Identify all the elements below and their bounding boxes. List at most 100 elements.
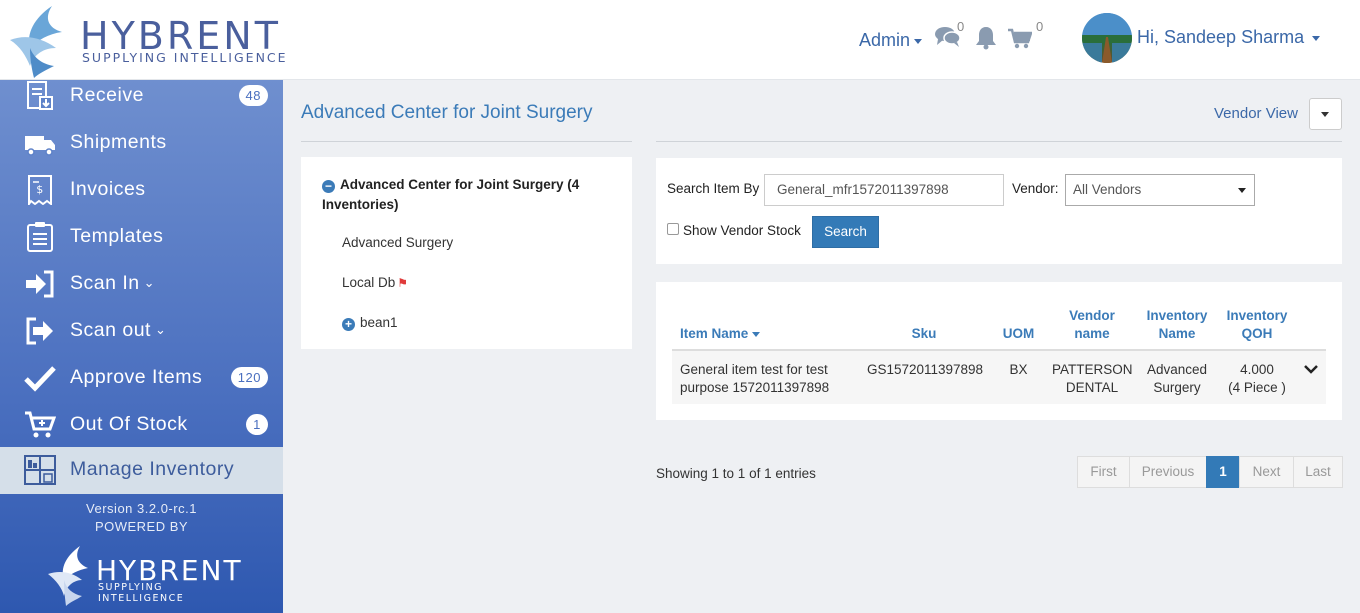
cart-button[interactable]	[1008, 28, 1033, 55]
clipboard-icon	[27, 222, 53, 252]
search-button[interactable]: Search	[812, 216, 879, 248]
qoh-value: 4.000	[1240, 362, 1274, 377]
bell-icon	[976, 27, 996, 50]
cell-sku: GS1572011397898	[866, 362, 984, 377]
approve-count-badge: 120	[230, 367, 268, 388]
sidebar-item-label: Invoices	[70, 178, 146, 200]
footer-tagline: SUPPLYING INTELLIGENCE	[98, 582, 185, 604]
sort-down-icon	[752, 331, 761, 337]
cell-qoh: 4.000 (4 Piece )	[1218, 361, 1296, 397]
sidebar-item-receive[interactable]: Receive 48	[0, 80, 283, 120]
cell-vendor: PATTERSON DENTAL	[1052, 362, 1133, 395]
version-text: Version 3.2.0-rc.1	[86, 501, 197, 516]
sidebar-item-label: Templates	[70, 225, 164, 247]
pager-next[interactable]: Next	[1239, 456, 1294, 488]
results-table: Item Name Sku UOM Vendor name Inventory …	[656, 282, 1342, 420]
sidebar-item-templates[interactable]: Templates	[0, 214, 283, 261]
sidebar: Receive 48 Shipments $ Invoices Template…	[0, 80, 283, 613]
vendor-label: Vendor:	[1012, 181, 1059, 196]
cell-uom: BX	[1009, 362, 1028, 377]
footer-logo: HYBRENT SUPPLYING INTELLIGENCE	[46, 544, 246, 606]
search-panel: Search Item By General_mfr1572011397898 …	[656, 158, 1342, 264]
pager-page-1[interactable]: 1	[1206, 456, 1240, 488]
tree-node-local-db[interactable]: Local Db ⚑	[342, 275, 408, 290]
cart-icon	[25, 411, 56, 438]
cell-item-name: General item test for test purpose 15720…	[680, 362, 830, 395]
show-vendor-stock-checkbox[interactable]	[667, 223, 679, 235]
caret-down-icon	[1238, 188, 1246, 193]
show-vendor-stock-label[interactable]: Show Vendor Stock	[683, 223, 801, 238]
tree-node-advanced-surgery[interactable]: Advanced Surgery	[342, 235, 453, 250]
sidebar-item-approve-items[interactable]: Approve Items 120	[0, 355, 283, 402]
page-title: Advanced Center for Joint Surgery	[301, 102, 593, 123]
header-sku[interactable]: Sku	[886, 325, 962, 343]
vendor-select-value: All Vendors	[1073, 182, 1142, 197]
hybrent-logo[interactable]: HYBRENT SUPPLYING INTELLIGENCE	[4, 4, 294, 78]
search-by-label: Search Item By	[667, 181, 760, 196]
search-input[interactable]: General_mfr1572011397898	[764, 174, 1004, 206]
sidebar-item-label: Scan In ⌄	[70, 272, 156, 294]
sidebar-item-label: Manage Inventory	[70, 458, 235, 480]
invoice-icon: $	[28, 175, 52, 205]
vendor-view-dropdown-button[interactable]	[1309, 98, 1342, 130]
top-header: HYBRENT SUPPLYING INTELLIGENCE Admin 0 0	[0, 0, 1360, 80]
caret-down-icon	[914, 38, 923, 44]
sidebar-item-invoices[interactable]: $ Invoices	[0, 167, 283, 214]
notifications-button[interactable]	[975, 26, 997, 55]
tree-root[interactable]: − Advanced Center for Joint Surgery (4 In…	[322, 175, 602, 215]
header-inventory-name[interactable]: Inventory Name	[1140, 307, 1214, 343]
expand-icon[interactable]: +	[342, 318, 355, 331]
sidebar-item-label: Shipments	[70, 131, 167, 153]
sign-in-icon	[26, 270, 54, 298]
sidebar-item-label: Receive	[70, 84, 144, 106]
receive-icon	[27, 81, 53, 110]
logo-mark-icon	[48, 546, 88, 606]
check-icon	[24, 366, 56, 392]
messages-count: 0	[957, 19, 965, 34]
vendor-select[interactable]: All Vendors	[1065, 174, 1255, 206]
avatar-image	[1082, 13, 1132, 63]
cart-count: 0	[1036, 19, 1044, 34]
admin-label: Admin	[859, 30, 911, 50]
admin-menu[interactable]: Admin	[859, 30, 923, 51]
qoh-detail: (4 Piece )	[1228, 380, 1286, 395]
vendor-view-label: Vendor View	[1214, 105, 1298, 122]
header-vendor-name[interactable]: Vendor name	[1054, 307, 1130, 343]
tree-node-bean1[interactable]: + bean1	[342, 315, 398, 331]
logo-mark-icon	[10, 6, 63, 78]
tree-root-label: Advanced Center for Joint Surgery (4 Inv…	[322, 177, 580, 212]
svg-text:$: $	[36, 183, 44, 196]
user-greeting: Hi, Sandeep Sharma	[1137, 27, 1305, 47]
pager-first[interactable]: First	[1077, 456, 1130, 488]
receive-count-badge: 48	[238, 85, 268, 106]
sidebar-item-out-of-stock[interactable]: Out Of Stock 1	[0, 402, 283, 449]
sidebar-item-scan-out[interactable]: Scan out ⌄	[0, 308, 283, 355]
caret-down-icon	[1312, 35, 1321, 41]
inventory-tree: − Advanced Center for Joint Surgery (4 In…	[301, 157, 632, 349]
out-of-stock-badge: 1	[246, 414, 268, 435]
chevron-down-icon: ⌄	[154, 322, 167, 337]
row-expand-chevron-icon[interactable]	[1304, 364, 1318, 374]
header-inventory-qoh[interactable]: Inventory QOH	[1218, 307, 1296, 343]
flag-icon: ⚑	[397, 276, 409, 290]
pager-previous[interactable]: Previous	[1129, 456, 1207, 488]
header-item-name[interactable]: Item Name	[680, 325, 761, 343]
sidebar-item-manage-inventory[interactable]: Manage Inventory	[0, 447, 283, 494]
header-uom[interactable]: UOM	[996, 325, 1041, 343]
sidebar-item-label: Out Of Stock	[70, 413, 188, 435]
sidebar-item-label: Approve Items	[70, 366, 203, 388]
user-menu[interactable]: Hi, Sandeep Sharma	[1137, 27, 1321, 48]
entries-info: Showing 1 to 1 of 1 entries	[656, 466, 816, 481]
sidebar-item-scan-in[interactable]: Scan In ⌄	[0, 261, 283, 308]
sidebar-item-shipments[interactable]: Shipments	[0, 120, 283, 167]
powered-by-text: POWERED BY	[94, 519, 189, 534]
inventory-icon	[24, 455, 56, 485]
avatar[interactable]	[1082, 13, 1132, 63]
pager-last[interactable]: Last	[1293, 456, 1343, 488]
version-info: Version 3.2.0-rc.1 POWERED BY	[0, 500, 283, 536]
sidebar-item-label: Scan out ⌄	[70, 319, 167, 341]
shopping-cart-icon	[1008, 28, 1033, 49]
divider	[301, 141, 632, 142]
collapse-icon[interactable]: −	[322, 180, 335, 193]
divider	[656, 141, 1342, 142]
